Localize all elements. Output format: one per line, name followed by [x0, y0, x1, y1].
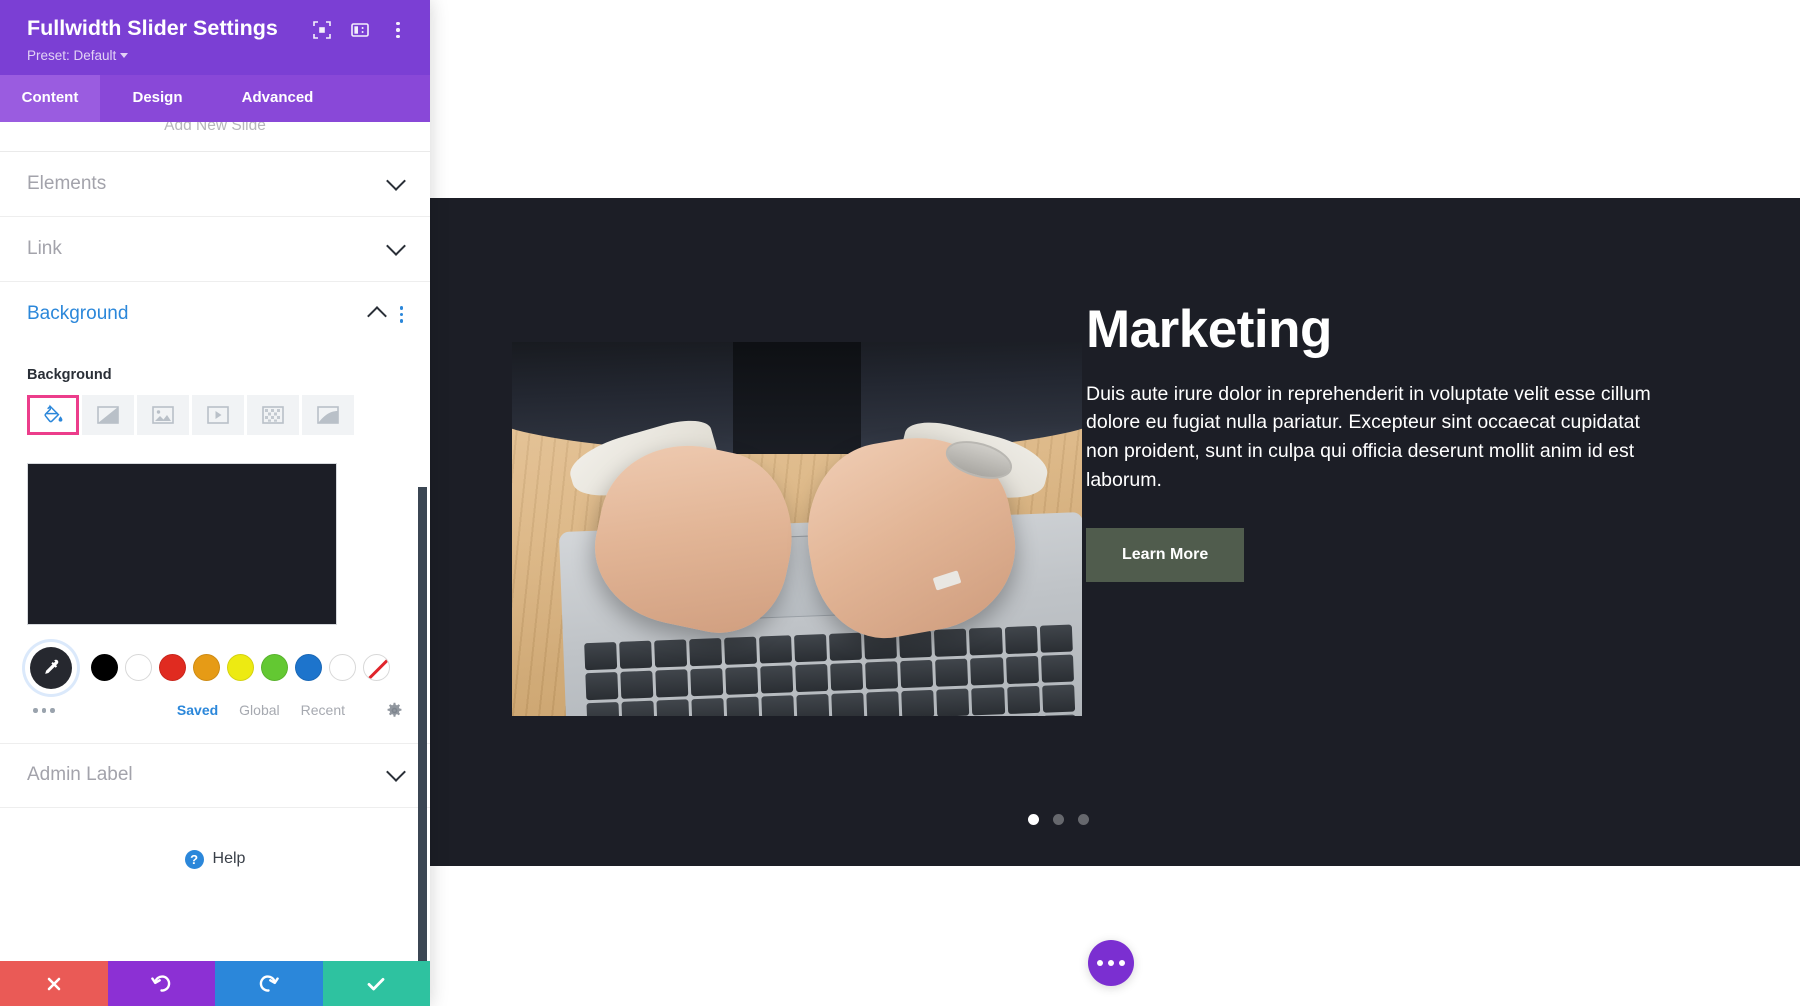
slide-text-block: Marketing Duis aute irure dolor in repre… — [1086, 300, 1656, 583]
accordion-admin-label-label: Admin Label — [27, 764, 133, 786]
help-link[interactable]: ? Help — [0, 808, 430, 869]
swatch-no-color[interactable] — [363, 654, 390, 682]
focus-icon[interactable] — [312, 20, 332, 40]
palette-controls: Saved Global Recent — [27, 702, 403, 719]
help-label: Help — [212, 850, 246, 868]
slide-heading: Marketing — [1086, 300, 1332, 359]
eyedropper-icon[interactable] — [30, 646, 72, 689]
builder-screen: Marketing Duis aute irure dolor in repre… — [0, 0, 1800, 1006]
ellipsis-dot-3 — [1119, 960, 1125, 966]
layout-panel-icon[interactable] — [350, 20, 370, 40]
redo-icon — [260, 975, 280, 992]
swatch-yellow[interactable] — [227, 654, 254, 682]
tab-advanced[interactable]: Advanced — [215, 75, 340, 122]
cancel-button[interactable] — [0, 961, 108, 1006]
add-new-slide-row[interactable]: Add New Slide — [0, 122, 430, 152]
chevron-down-icon — [386, 762, 406, 783]
chevron-down-icon — [386, 170, 406, 191]
background-settings: Background Saved Global Recent — [0, 367, 430, 743]
swatch-green[interactable] — [261, 654, 288, 682]
accordion-background-label: Background — [27, 303, 129, 325]
close-icon — [47, 977, 61, 990]
accordion-link[interactable]: Link — [0, 217, 430, 282]
panel-footer — [0, 961, 430, 1006]
panel-tabs: Content Design Advanced — [0, 74, 430, 122]
ellipsis-dot-1 — [1097, 960, 1103, 966]
accordion-elements-label: Elements — [27, 172, 107, 194]
background-type-tabs — [27, 394, 403, 435]
slide: Marketing Duis aute irure dolor in repre… — [430, 198, 1800, 866]
chevron-down-icon — [386, 235, 406, 256]
background-pattern-icon[interactable] — [247, 394, 299, 435]
accordion-admin-label[interactable]: Admin Label — [0, 742, 430, 808]
slide-dot-3[interactable] — [1078, 814, 1089, 825]
check-icon — [367, 977, 385, 990]
preset-label: Preset: Default — [27, 47, 117, 63]
panel-body: Add New Slide Elements Link Background B… — [0, 121, 430, 961]
selected-color-preview[interactable] — [27, 462, 337, 625]
panel-header: Fullwidth Slider Settings Preset: Defaul… — [0, 0, 430, 75]
fullwidth-slider-module[interactable]: Marketing Duis aute irure dolor in repre… — [430, 198, 1800, 866]
background-options-icon[interactable] — [399, 306, 403, 323]
slide-image — [512, 342, 1082, 716]
redo-button[interactable] — [215, 961, 323, 1006]
module-settings-panel: Fullwidth Slider Settings Preset: Defaul… — [0, 0, 430, 1006]
swatch-white-2[interactable] — [329, 654, 356, 682]
undo-icon — [150, 975, 170, 992]
slide-pagination-dots[interactable] — [1028, 814, 1089, 825]
panel-scrollbar[interactable] — [418, 486, 427, 961]
palette-tab-saved[interactable]: Saved — [177, 702, 218, 718]
learn-more-button[interactable]: Learn More — [1086, 528, 1245, 583]
background-field-label: Background — [27, 366, 112, 383]
palette-tab-recent[interactable]: Recent — [301, 702, 345, 718]
page-settings-fab[interactable] — [1088, 940, 1134, 986]
swatch-blue[interactable] — [295, 654, 322, 682]
swatch-black[interactable] — [91, 654, 118, 682]
accordion-elements[interactable]: Elements — [0, 152, 430, 217]
background-mask-icon[interactable] — [302, 394, 354, 435]
swatch-orange[interactable] — [193, 654, 220, 682]
background-color-icon[interactable] — [27, 394, 79, 435]
more-swatches-icon[interactable] — [33, 708, 55, 713]
laptop-keyboard — [584, 624, 1077, 716]
save-button[interactable] — [322, 961, 430, 1006]
help-icon: ? — [184, 849, 204, 869]
slide-body-text: Duis aute irure dolor in reprehenderit i… — [1086, 382, 1651, 491]
chevron-up-icon — [366, 306, 387, 327]
accordion-link-label: Link — [27, 237, 62, 259]
add-new-slide-label: Add New Slide — [164, 121, 266, 134]
tab-design[interactable]: Design — [100, 75, 215, 122]
gear-icon[interactable] — [386, 702, 403, 719]
undo-button[interactable] — [107, 961, 215, 1006]
color-swatches — [27, 646, 403, 689]
chevron-down-icon — [120, 52, 129, 58]
more-options-icon[interactable] — [388, 20, 408, 40]
preset-selector[interactable]: Preset: Default — [27, 48, 408, 63]
background-video-icon[interactable] — [192, 394, 244, 435]
swatch-red[interactable] — [159, 654, 186, 682]
slide-dot-2[interactable] — [1053, 814, 1064, 825]
palette-tab-global[interactable]: Global — [239, 702, 279, 718]
ellipsis-dot-2 — [1108, 960, 1114, 966]
swatch-white[interactable] — [125, 654, 152, 682]
tab-content[interactable]: Content — [0, 74, 100, 122]
background-gradient-icon[interactable] — [82, 394, 134, 435]
panel-title: Fullwidth Slider Settings — [27, 16, 278, 40]
background-image-icon[interactable] — [137, 394, 189, 435]
slide-dot-1[interactable] — [1028, 814, 1039, 825]
accordion-background[interactable]: Background — [0, 282, 430, 347]
